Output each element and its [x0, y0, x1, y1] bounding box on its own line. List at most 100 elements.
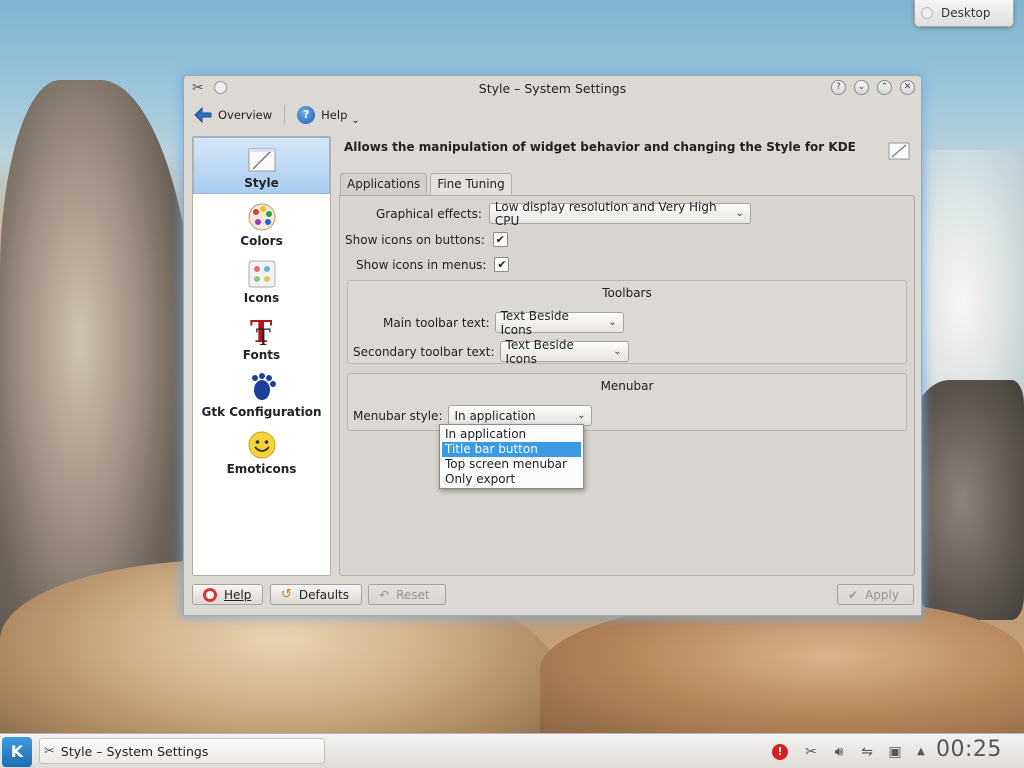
tab-fine-tuning[interactable]: Fine Tuning — [430, 173, 512, 196]
apply-button[interactable]: ✔ Apply — [837, 584, 914, 605]
icons-on-buttons-row: Show icons on buttons: ✔ — [345, 232, 508, 247]
alert-icon: ! — [772, 743, 788, 760]
taskbar: K ✂ Style – System Settings ! ✂ 🔊︎ ⇋ ▣ ▲… — [0, 733, 1024, 768]
help-button-label: Help — [224, 587, 252, 602]
apply-button-label: Apply — [865, 587, 899, 602]
desktop-widget-label: Desktop — [941, 6, 991, 20]
icons-in-menus-row: Show icons in menus: ✔ — [356, 257, 510, 272]
sidebar-item-label: Fonts — [242, 348, 281, 362]
network-icon: ⇋ — [861, 743, 873, 760]
tools-icon: ✂ — [44, 743, 55, 759]
main-toolbar-select[interactable]: Text Beside Icons ⌄ — [494, 309, 624, 337]
tray-network[interactable]: ⇋ — [858, 734, 876, 768]
sidebar-item-label: Icons — [243, 291, 280, 305]
overview-button[interactable]: Overview — [190, 103, 276, 127]
icons-on-buttons-checkbox[interactable]: ✔ — [492, 232, 508, 247]
main-toolbar-label: Main toolbar text: — [383, 315, 490, 330]
graphical-effects-label: Graphical effects: — [376, 206, 482, 221]
graphical-effects-row: Graphical effects: Low display resolutio… — [376, 200, 751, 228]
sidebar-item-colors[interactable]: Colors — [193, 194, 330, 251]
sidebar-item-style[interactable]: Style — [193, 137, 330, 194]
toolbar-separator — [284, 105, 286, 125]
help-icon: ? — [297, 106, 316, 124]
module-description: Allows the manipulation of widget behavi… — [344, 140, 856, 154]
secondary-toolbar-label: Secondary toolbar text: — [353, 344, 495, 359]
wallpaper-rock — [540, 600, 1024, 740]
dropdown-option[interactable]: In application — [442, 427, 581, 442]
toolbar: Overview ? Help ⌄ — [190, 102, 364, 128]
task-item-system-settings[interactable]: ✂ Style – System Settings — [39, 738, 325, 764]
chevron-down-icon: ⌄ — [577, 410, 586, 421]
dropdown-option-highlighted[interactable]: Title bar button — [442, 442, 581, 457]
style-module-icon — [888, 142, 910, 160]
kde-launcher-icon[interactable]: K — [2, 737, 32, 767]
tray-clipboard[interactable]: ✂ — [802, 734, 820, 768]
icons-on-buttons-label: Show icons on buttons: — [345, 232, 485, 247]
colors-icon — [246, 201, 278, 233]
menubar-style-select[interactable]: In application ⌄ — [448, 405, 593, 426]
settings-window: ✂ Style – System Settings ? ⌄ ⌃ ✕ Overvi… — [183, 75, 922, 616]
toolbars-group-title: Toolbars — [602, 286, 652, 300]
chevron-up-icon: ▲ — [917, 746, 925, 757]
sidebar-item-icons[interactable]: Icons — [193, 251, 330, 308]
secondary-toolbar-select[interactable]: Text Beside Icons ⌄ — [499, 338, 629, 366]
pin-button[interactable] — [214, 81, 227, 94]
help-lifebuoy-icon — [203, 587, 217, 602]
tray-expand[interactable]: ▲ — [912, 734, 930, 768]
defaults-button[interactable]: ↺ Defaults — [270, 584, 362, 605]
tab-applications[interactable]: Applications — [340, 173, 428, 196]
desktop-toolbox-icon — [921, 7, 933, 19]
reset-button-label: Reset — [396, 587, 430, 602]
dropdown-option[interactable]: Top screen menubar — [442, 457, 581, 472]
graphical-effects-select[interactable]: Low display resolution and Very High CPU… — [488, 200, 751, 228]
maximize-button[interactable]: ⌃ — [877, 80, 892, 95]
fine-tuning-panel: Graphical effects: Low display resolutio… — [339, 195, 915, 576]
help-titlebar-button[interactable]: ? — [831, 80, 846, 95]
menubar-group-title: Menubar — [600, 379, 654, 393]
svg-text:T: T — [256, 326, 271, 347]
chevron-down-icon: ⌄ — [735, 208, 744, 219]
menubar-style-dropdown: In application Title bar button Top scre… — [439, 424, 584, 489]
menubar-group: Menubar Menubar style: In application ⌄ — [347, 373, 907, 431]
minimize-button[interactable]: ⌄ — [854, 80, 869, 95]
tray-device[interactable]: ▣ — [886, 734, 904, 768]
dropdown-option[interactable]: Only export — [442, 472, 581, 487]
sidebar-item-gtk[interactable]: Gtk Configuration — [193, 365, 330, 422]
sidebar-item-label: Colors — [240, 234, 283, 248]
icons-in-menus-label: Show icons in menus: — [356, 257, 487, 272]
clock[interactable]: 00:25 — [936, 737, 1002, 762]
tray-volume[interactable]: 🔊︎ — [830, 734, 848, 768]
sidebar-item-label: Gtk Configuration — [201, 405, 322, 419]
sidebar-item-emoticons[interactable]: Emoticons — [193, 422, 330, 479]
sidebar-item-fonts[interactable]: TT Fonts — [193, 308, 330, 365]
close-button[interactable]: ✕ — [900, 80, 915, 95]
tab-bar: Applications Fine Tuning — [340, 173, 512, 196]
icons-in-menus-checkbox[interactable]: ✔ — [494, 257, 510, 272]
checkmark-icon: ✔ — [497, 258, 507, 271]
fonts-icon: TT — [246, 315, 278, 347]
chevron-down-icon: ⌄ — [608, 317, 617, 328]
checkmark-icon: ✔ — [848, 587, 859, 602]
desktop-widget[interactable]: Desktop — [914, 0, 1014, 27]
volume-icon: 🔊︎ — [834, 743, 844, 760]
tools-icon[interactable]: ✂ — [192, 80, 204, 96]
button-bar: Help ↺ Defaults ↶ Reset ✔ Apply — [192, 584, 914, 606]
toolbars-group: Toolbars Main toolbar text: Text Beside … — [347, 280, 907, 366]
help-menu-button[interactable]: ? Help ⌄ — [293, 103, 364, 127]
task-item-label: Style – System Settings — [60, 743, 209, 759]
secondary-toolbar-row: Secondary toolbar text: Text Beside Icon… — [353, 338, 629, 366]
back-arrow-icon — [194, 107, 212, 123]
sidebar-item-label: Style — [244, 176, 279, 190]
tray-notification[interactable]: ! — [772, 734, 788, 768]
overview-label: Overview — [218, 108, 273, 122]
menubar-style-label: Menubar style: — [353, 408, 443, 423]
help-button[interactable]: Help — [192, 584, 263, 605]
device-notifier-icon: ▣ — [888, 743, 902, 760]
title-bar[interactable]: ✂ Style – System Settings ? ⌄ ⌃ ✕ — [184, 76, 921, 100]
help-label: Help — [321, 108, 348, 122]
reset-button[interactable]: ↶ Reset — [368, 584, 446, 605]
main-toolbar-row: Main toolbar text: Text Beside Icons ⌄ — [383, 309, 624, 337]
reset-icon: ↶ — [379, 587, 390, 602]
menubar-style-value: In application — [454, 408, 536, 423]
graphical-effects-value: Low display resolution and Very High CPU — [494, 199, 717, 228]
